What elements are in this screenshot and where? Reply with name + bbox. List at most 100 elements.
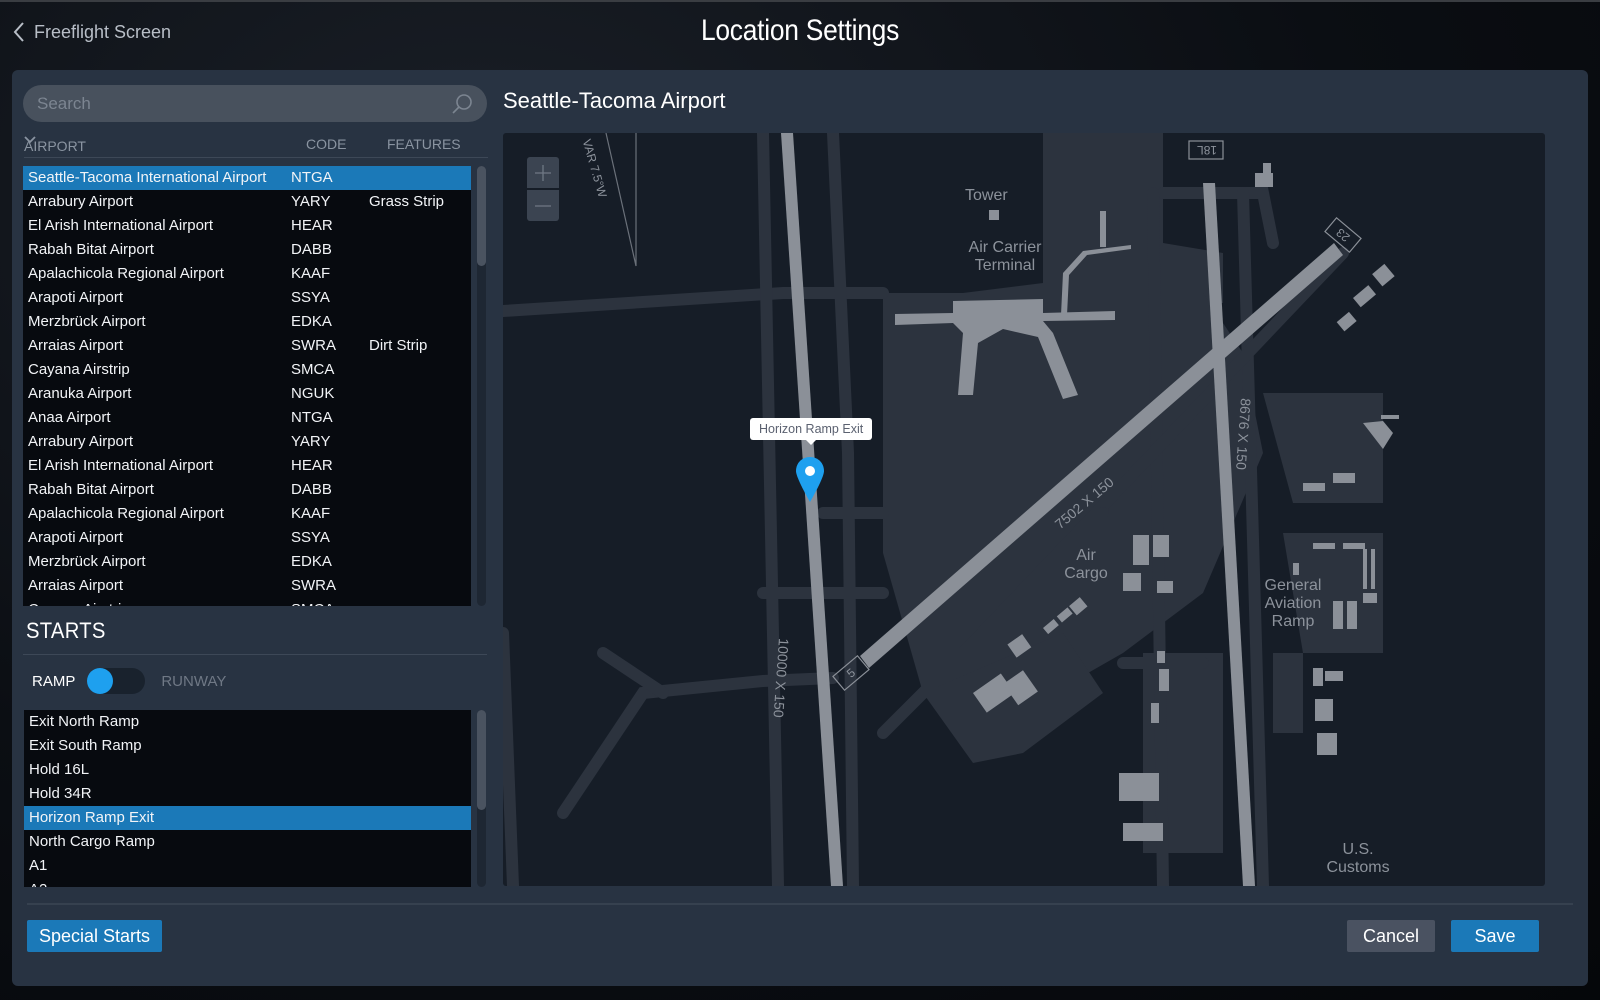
airport-code-cell: EDKA <box>291 553 332 570</box>
start-item[interactable]: Hold 34R <box>24 782 471 806</box>
taxiway <box>557 672 839 819</box>
toggle-label-runway[interactable]: RUNWAY <box>161 673 226 690</box>
scrollbar-thumb[interactable] <box>477 710 486 810</box>
search-input[interactable] <box>37 93 451 114</box>
building <box>1123 573 1141 591</box>
building <box>1317 733 1337 755</box>
airport-map[interactable]: VAR 7.5°W Tower Air Carrier Terminal Air… <box>503 133 1545 886</box>
airport-code-cell: YARY <box>291 193 331 210</box>
starts-heading: STARTS <box>26 618 106 643</box>
airport-row[interactable]: Apalachicola Regional Airport KAAF <box>23 502 471 526</box>
cargo-label: Air Cargo <box>1064 547 1108 582</box>
building <box>1363 593 1377 603</box>
column-header-airport[interactable]: AIRPORT <box>24 136 86 154</box>
airport-row[interactable]: Rabah Bitat Airport DABB <box>23 238 471 262</box>
airport-name-cell: El Arish International Airport <box>28 457 214 474</box>
terminal-pier <box>1100 211 1106 247</box>
airport-features-cell: Grass Strip <box>369 193 445 210</box>
save-button[interactable]: Save <box>1451 920 1539 952</box>
airport-name-cell: Apalachicola Regional Airport <box>28 505 224 522</box>
airport-row[interactable]: Anaa Airport NTGA <box>23 406 471 430</box>
airport-name-cell: Merzbrück Airport <box>28 313 146 330</box>
building <box>1315 699 1333 721</box>
building <box>1333 473 1355 483</box>
building <box>1313 668 1323 686</box>
footer-divider <box>27 903 1573 905</box>
tower-label: Tower <box>965 187 1008 204</box>
building <box>1157 581 1173 593</box>
airport-row[interactable]: Seattle-Tacoma International Airport NTGA <box>23 166 471 190</box>
airport-row[interactable]: Arapoti Airport SSYA <box>23 526 471 550</box>
start-item[interactable]: Hold 16L <box>24 758 471 782</box>
terminal-label: Air Carrier Terminal <box>968 239 1042 274</box>
taxiway <box>597 647 669 699</box>
location-pin-icon[interactable] <box>795 456 825 504</box>
airport-name-cell: Arrabury Airport <box>28 193 134 210</box>
variation-line <box>605 133 637 267</box>
start-item[interactable]: Exit North Ramp <box>24 710 471 734</box>
search-bar[interactable] <box>23 85 487 122</box>
airport-row[interactable]: Arraias Airport SWRA Dirt Strip <box>23 334 471 358</box>
start-item[interactable]: A1 <box>24 854 471 878</box>
toggle-label-ramp[interactable]: RAMP <box>32 673 75 690</box>
airport-row[interactable]: Cayana Airstrip SMCA <box>23 358 471 382</box>
airport-row[interactable]: Merzbrück Airport EDKA <box>23 550 471 574</box>
building <box>1353 285 1377 308</box>
ramp-runway-toggle[interactable] <box>87 668 146 694</box>
airport-code-cell: SWRA <box>291 337 336 354</box>
building <box>1157 651 1165 663</box>
building <box>1123 823 1163 841</box>
airport-row[interactable]: Arrabury Airport YARY <box>23 430 471 454</box>
airport-row[interactable]: Merzbrück Airport EDKA <box>23 310 471 334</box>
starts-list[interactable]: Exit North Ramp Exit South Ramp Hold 16L Ho… <box>24 710 471 887</box>
airport-row[interactable]: Arrabury Airport YARY Grass Strip <box>23 190 471 214</box>
airport-name-cell: Anaa Airport <box>28 409 111 426</box>
airport-code-cell: DABB <box>291 241 332 258</box>
divider <box>23 654 487 655</box>
minus-icon <box>535 204 551 207</box>
general-aviation-label: General Aviation Ramp <box>1264 577 1322 630</box>
column-header-code[interactable]: CODE <box>306 136 346 152</box>
airport-list-scrollbar[interactable] <box>477 166 486 606</box>
toggle-knob[interactable] <box>87 668 114 694</box>
airport-features-cell: Dirt Strip <box>369 337 428 354</box>
airport-row[interactable]: Aranuka Airport NGUK <box>23 382 471 406</box>
airport-code-cell: DABB <box>291 481 332 498</box>
start-item[interactable]: Horizon Ramp Exit <box>24 806 471 830</box>
building <box>1363 549 1367 589</box>
taxiway <box>757 133 784 886</box>
zoom-out-button[interactable] <box>527 190 559 221</box>
airport-row[interactable]: El Arish International Airport HEAR <box>23 454 471 478</box>
building <box>1343 543 1365 549</box>
building <box>1133 535 1149 565</box>
start-item-label: Horizon Ramp Exit <box>29 809 155 826</box>
airport-code-cell: HEAR <box>291 457 333 474</box>
scrollbar-thumb[interactable] <box>477 166 486 266</box>
cancel-button[interactable]: Cancel <box>1347 920 1435 952</box>
search-icon[interactable] <box>451 93 473 115</box>
building <box>1303 483 1325 491</box>
airport-name-cell: Rabah Bitat Airport <box>28 481 154 498</box>
start-item[interactable]: North Cargo Ramp <box>24 830 471 854</box>
airport-code-cell: SSYA <box>291 529 330 546</box>
airport-code-cell: NGUK <box>291 385 335 402</box>
start-item[interactable]: Exit South Ramp <box>24 734 471 758</box>
airport-row[interactable]: Rabah Bitat Airport DABB <box>23 478 471 502</box>
airport-row[interactable]: Arapoti Airport SSYA <box>23 286 471 310</box>
airport-row[interactable]: El Arish International Airport HEAR <box>23 214 471 238</box>
building <box>1372 263 1395 287</box>
building <box>1151 703 1159 723</box>
airport-row[interactable]: Arraias Airport SWRA <box>23 574 471 598</box>
taxiway <box>1157 187 1279 249</box>
zoom-in-button[interactable] <box>527 157 559 188</box>
starts-list-scrollbar[interactable] <box>477 710 486 887</box>
airport-list[interactable]: Seattle-Tacoma International Airport NTGA… <box>23 166 471 606</box>
chevron-left-icon <box>13 22 24 42</box>
airport-row[interactable]: Cayana Airstrip SMCA <box>23 598 471 606</box>
special-starts-button[interactable]: Special Starts <box>27 920 162 952</box>
airport-name-cell: Cayana Airstrip <box>28 598 130 606</box>
airport-row[interactable]: Apalachicola Regional Airport KAAF <box>23 262 471 286</box>
airport-code-cell: KAAF <box>291 505 331 522</box>
column-header-features[interactable]: FEATURES <box>387 136 461 152</box>
start-item[interactable]: A2 <box>24 878 471 887</box>
